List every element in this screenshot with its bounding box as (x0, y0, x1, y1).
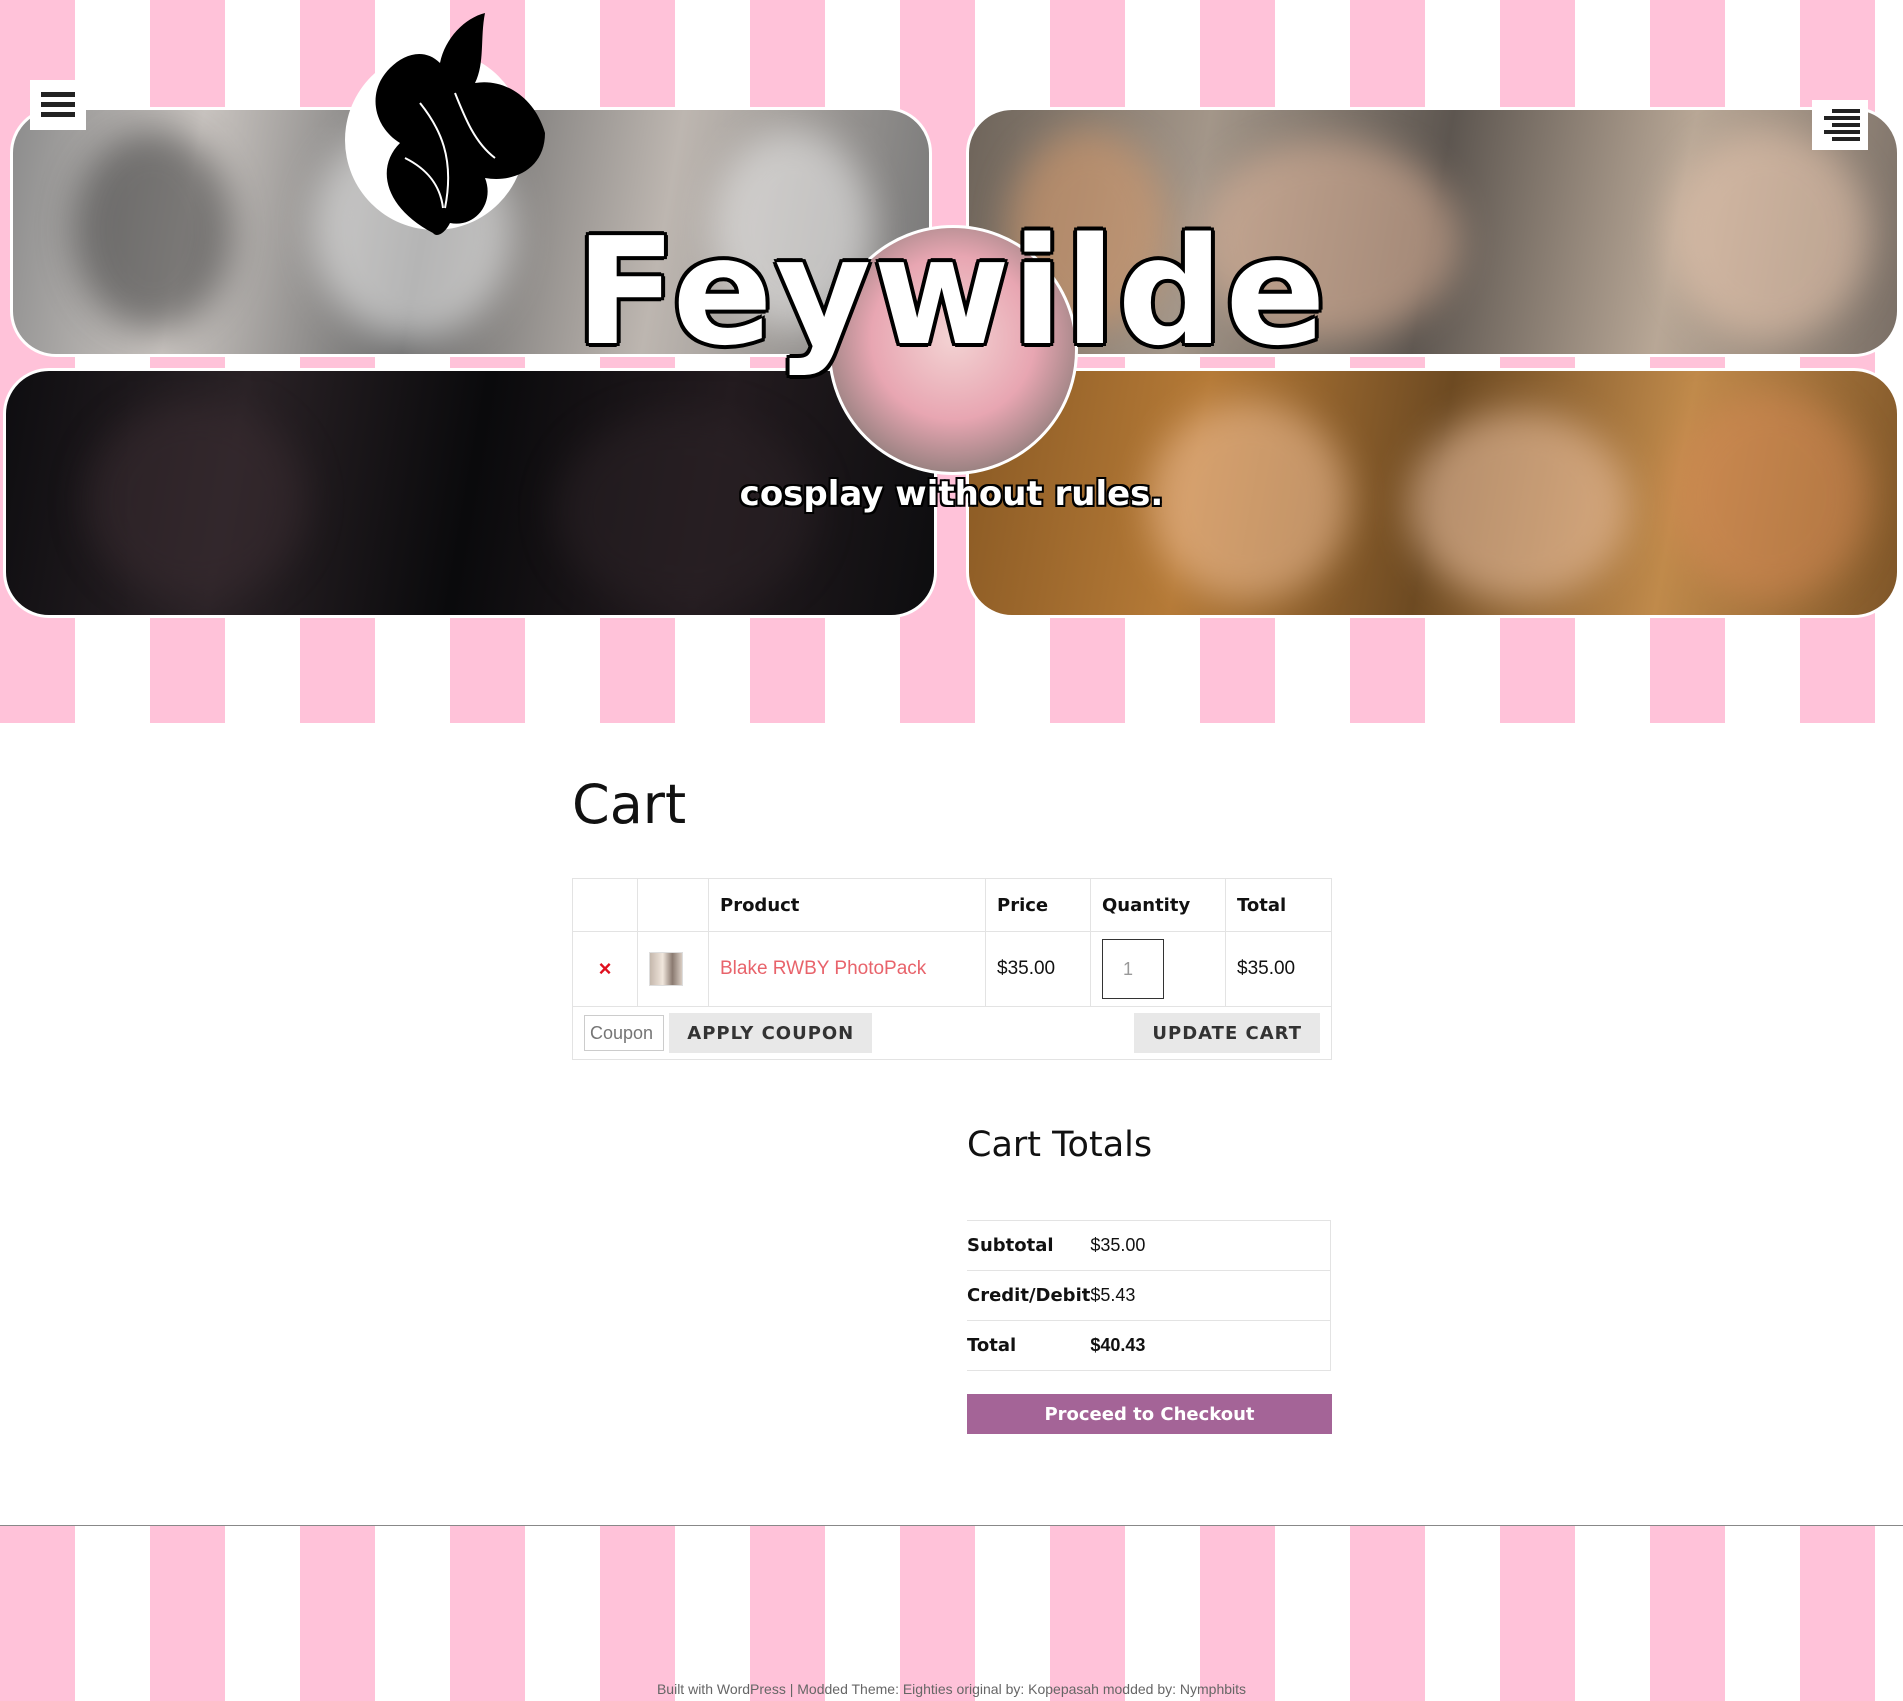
fee-row: Credit/Debit $5.43 (967, 1270, 1332, 1321)
update-cart-button[interactable]: UPDATE CART (1134, 1013, 1320, 1053)
header-quantity: Quantity (1090, 878, 1226, 932)
cart-actions-row: APPLY COUPON UPDATE CART (572, 1006, 1332, 1060)
right-menu-button[interactable] (1812, 100, 1868, 150)
quantity-cell (1090, 931, 1226, 1007)
site-title[interactable]: Feywilde (0, 218, 1903, 366)
cart-table-header: Product Price Quantity Total (572, 878, 1332, 932)
cart-item-row: × Blake RWBY PhotoPack $35.00 $35.00 (572, 931, 1332, 1007)
subtotal-row: Subtotal $35.00 (967, 1220, 1332, 1271)
proceed-to-checkout-button[interactable]: Proceed to Checkout (967, 1394, 1332, 1434)
apply-coupon-button[interactable]: APPLY COUPON (669, 1013, 873, 1053)
header-thumbnail (637, 878, 709, 932)
site-footer: Built with WordPress | Modded Theme: Eig… (0, 1525, 1903, 1701)
subtotal-value: $35.00 (1090, 1220, 1332, 1271)
left-menu-button[interactable] (30, 80, 86, 130)
right-aligned-menu-icon (1824, 109, 1860, 141)
page-title: Cart (572, 773, 687, 836)
product-cell: Blake RWBY PhotoPack (708, 931, 986, 1007)
header-product: Product (708, 878, 986, 932)
price-cell: $35.00 (985, 931, 1091, 1007)
quantity-input[interactable] (1102, 939, 1164, 999)
header-remove (572, 878, 638, 932)
remove-item-button[interactable]: × (599, 956, 612, 981)
footer-credits: Built with WordPress | Modded Theme: Eig… (656, 1681, 1247, 1697)
header-price: Price (985, 878, 1091, 932)
site-tagline: cosplay without rules. (739, 474, 1164, 514)
fee-label: Credit/Debit (967, 1270, 1091, 1321)
hamburger-menu-icon (41, 92, 75, 117)
order-total-row: Total $40.43 (967, 1320, 1332, 1371)
order-total-label: Total (967, 1320, 1091, 1371)
cart-table: Product Price Quantity Total × Blake RWB… (572, 878, 1332, 1060)
cart-totals-title: Cart Totals (967, 1125, 1153, 1165)
coupon-input[interactable] (584, 1015, 664, 1051)
subtotal-label: Subtotal (967, 1220, 1091, 1271)
remove-cell: × (572, 931, 638, 1007)
total-cell: $35.00 (1225, 931, 1332, 1007)
butterfly-icon[interactable] (345, 8, 555, 238)
header-total: Total (1225, 878, 1332, 932)
product-link[interactable]: Blake RWBY PhotoPack (720, 958, 926, 979)
product-thumbnail[interactable] (649, 952, 683, 986)
cart-totals-table: Subtotal $35.00 Credit/Debit $5.43 Total… (967, 1220, 1332, 1371)
thumbnail-cell (637, 931, 709, 1007)
fee-value: $5.43 (1090, 1270, 1332, 1321)
cart-actions: APPLY COUPON UPDATE CART (572, 1006, 1332, 1060)
order-total-value: $40.43 (1090, 1320, 1332, 1371)
site-header: Feywilde cosplay without rules. (0, 0, 1903, 723)
